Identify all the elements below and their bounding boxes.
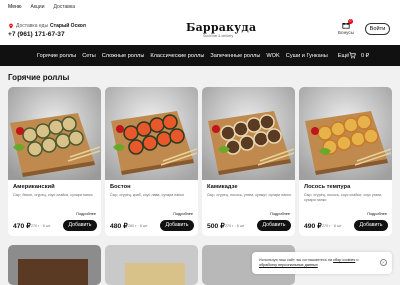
category-nav: Горячие роллы Сеты Сложные роллы Классич… <box>0 45 400 66</box>
nav-item-sushi-gunkans[interactable]: Суши и Гунканы <box>286 53 328 59</box>
product-weight: 270 г · 8 шт <box>225 224 245 228</box>
add-to-cart-button[interactable]: Добавить <box>160 220 194 231</box>
logo-subtitle: Sushi bar & delivery <box>203 34 234 38</box>
nav-item-classic-rolls[interactable]: Классические роллы <box>150 53 204 59</box>
nav-item-hot-rolls[interactable]: Горячие роллы <box>37 53 76 59</box>
cookie-notice: Используя наш сайт, вы соглашаетесь на с… <box>252 252 392 274</box>
bonus-count-badge: 0 <box>348 19 353 24</box>
site-header: Доставка еды Старый Оскол +7 (961) 171-6… <box>0 13 400 45</box>
bonus-button[interactable]: 0 Бонусы <box>336 19 356 35</box>
gift-icon: 0 <box>342 19 353 29</box>
product-name[interactable]: Бостон <box>110 184 131 190</box>
product-price: 470 ₽ <box>13 223 31 230</box>
site-logo[interactable]: Барракуда <box>186 21 256 34</box>
nav-item-complex-rolls[interactable]: Сложные роллы <box>102 53 145 59</box>
product-card[interactable] <box>8 245 101 285</box>
cookie-policy-link[interactable]: сбор cookies <box>333 258 355 262</box>
top-link-delivery[interactable]: Доставка <box>54 4 75 10</box>
product-card[interactable]: Камикадзе Сыр, огурец, лосось, унаги, ку… <box>202 87 295 236</box>
delivery-prefix: Доставка еды <box>16 23 49 29</box>
product-description: Сыр, огурец, краб, соус лава, сухари пан… <box>110 193 184 197</box>
product-card[interactable]: Американский Сыр, бекон, огурец, соус сп… <box>8 87 101 236</box>
product-card[interactable] <box>105 245 198 285</box>
bonus-label: Бонусы <box>338 30 354 35</box>
cookie-and: и <box>355 258 359 262</box>
product-price: 490 ₽ <box>304 223 322 230</box>
product-description: Сыр, огурец, лосось, соус спайси, соус у… <box>304 193 383 202</box>
product-image[interactable] <box>105 87 198 180</box>
close-icon[interactable]: × <box>380 259 387 266</box>
product-details-link[interactable]: Подробнее <box>367 212 387 216</box>
add-to-cart-button[interactable]: Добавить <box>63 220 97 231</box>
product-image[interactable] <box>8 245 101 285</box>
city-name[interactable]: Старый Оскол <box>50 23 86 29</box>
top-links-bar: Меню Акции Доставка <box>0 0 400 13</box>
privacy-policy-link[interactable]: обработку персональных данных <box>259 263 318 267</box>
cookie-text: Используя наш сайт, вы соглашаетесь на с… <box>259 258 377 268</box>
top-link-promos[interactable]: Акции <box>31 4 45 10</box>
add-to-cart-button[interactable]: Добавить <box>354 220 388 231</box>
product-name[interactable]: Камикадзе <box>207 184 238 190</box>
product-description: Сыр, бекон, огурец, соус спайси, сухари … <box>13 193 93 197</box>
product-name[interactable]: Лосось темпура <box>304 184 350 190</box>
section-title: Горячие роллы <box>8 73 70 82</box>
nav-item-sets[interactable]: Сеты <box>82 53 96 59</box>
cart-icon <box>349 52 356 59</box>
product-name[interactable]: Американский <box>13 184 55 190</box>
cart-button[interactable]: 0 ₽ <box>349 52 369 59</box>
cart-total: 0 ₽ <box>361 52 370 59</box>
product-weight: 280 г · 8 шт <box>128 224 148 228</box>
product-price: 500 ₽ <box>207 223 225 230</box>
product-weight: 270 г · 8 шт <box>322 224 342 228</box>
product-price: 480 ₽ <box>110 223 128 230</box>
add-to-cart-button[interactable]: Добавить <box>257 220 291 231</box>
cookie-text-prefix: Используя наш сайт, вы соглашаетесь на <box>259 258 333 262</box>
product-details-link[interactable]: Подробнее <box>76 212 96 216</box>
top-link-menu[interactable]: Меню <box>8 4 22 10</box>
product-details-link[interactable]: Подробнее <box>173 212 193 216</box>
product-description: Сыр, огурец, лосось, унаги, кунжут, суха… <box>207 193 291 197</box>
nav-item-wok[interactable]: WOK <box>266 53 279 59</box>
product-card[interactable]: Бостон Сыр, огурец, краб, соус лава, сух… <box>105 87 198 236</box>
phone-number[interactable]: +7 (961) 171-67-37 <box>8 31 65 38</box>
product-card[interactable]: Лосось темпура Сыр, огурец, лосось, соус… <box>299 87 392 236</box>
product-image[interactable] <box>299 87 392 180</box>
product-weight: 270 г · 8 шт <box>31 224 51 228</box>
product-image[interactable] <box>105 245 198 285</box>
nav-more[interactable]: Ещё <box>338 53 349 59</box>
product-image[interactable] <box>202 87 295 180</box>
product-details-link[interactable]: Подробнее <box>270 212 290 216</box>
delivery-city-selector[interactable]: Доставка еды Старый Оскол <box>8 23 86 29</box>
location-pin-icon <box>9 23 13 29</box>
nav-item-baked-rolls[interactable]: Запеченные роллы <box>210 53 260 59</box>
product-image[interactable] <box>8 87 101 180</box>
login-button[interactable]: Войти <box>365 23 390 35</box>
